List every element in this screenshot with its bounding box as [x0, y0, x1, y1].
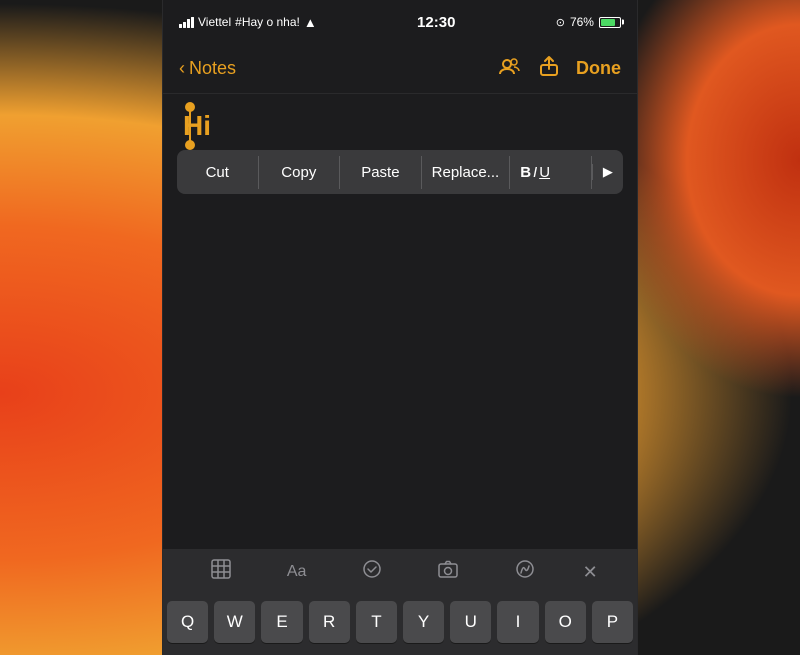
share-icon[interactable]	[538, 55, 560, 83]
copy-button[interactable]: Copy	[259, 156, 341, 189]
status-right: ⊙ 76%	[556, 15, 621, 29]
keyboard-row-1: Q W E R T Y U I O P	[167, 601, 633, 643]
phone-screen: Viettel #Hay o nha! ▲ 12:30 ⊙ 76% ‹ Note…	[162, 0, 638, 655]
carrier-text: Viettel	[198, 15, 231, 29]
handwriting-icon[interactable]	[506, 550, 544, 594]
back-button[interactable]: ‹ Notes	[179, 58, 236, 79]
key-Y[interactable]: Y	[403, 601, 444, 643]
more-button[interactable]: ▶	[592, 164, 623, 180]
key-T[interactable]: T	[356, 601, 397, 643]
note-area[interactable]: Hi Cut Copy Paste Replace... BIU ▶	[163, 94, 637, 549]
time-display: 12:30	[417, 14, 455, 31]
cursor-handle-bottom	[185, 140, 195, 150]
nav-bar: ‹ Notes Done	[163, 44, 637, 94]
status-bar: Viettel #Hay o nha! ▲ 12:30 ⊙ 76%	[163, 0, 637, 44]
signal-icon	[179, 17, 194, 28]
location-icon: ⊙	[556, 16, 565, 29]
battery-percentage: 76%	[570, 15, 594, 29]
biu-button[interactable]: BIU	[510, 156, 592, 189]
keyboard-toolbar: Aa ✕	[163, 549, 637, 595]
underline-label: U	[539, 164, 550, 181]
key-I[interactable]: I	[497, 601, 538, 643]
key-R[interactable]: R	[309, 601, 350, 643]
text-selection: Hi	[183, 110, 211, 142]
checklist-icon[interactable]	[353, 550, 391, 594]
battery-icon	[599, 17, 621, 28]
context-menu: Cut Copy Paste Replace... BIU ▶	[177, 150, 623, 194]
camera-icon[interactable]	[429, 550, 467, 594]
key-P[interactable]: P	[592, 601, 633, 643]
cut-button[interactable]: Cut	[177, 156, 259, 189]
collaborate-icon[interactable]	[498, 54, 522, 84]
keyboard-close-icon[interactable]: ✕	[583, 562, 598, 583]
key-E[interactable]: E	[261, 601, 302, 643]
done-button[interactable]: Done	[576, 58, 621, 79]
network-text: #Hay o nha!	[235, 15, 300, 29]
replace-button[interactable]: Replace...	[422, 156, 511, 189]
key-W[interactable]: W	[214, 601, 255, 643]
back-chevron-icon: ‹	[179, 58, 185, 79]
paste-button[interactable]: Paste	[340, 156, 422, 189]
status-left: Viettel #Hay o nha! ▲	[179, 15, 317, 30]
italic-label: I	[533, 164, 537, 181]
bold-label: B	[520, 164, 531, 181]
back-label: Notes	[189, 58, 236, 79]
nav-actions: Done	[498, 54, 621, 84]
note-text: Hi	[183, 110, 211, 142]
key-Q[interactable]: Q	[167, 601, 208, 643]
table-icon[interactable]	[202, 550, 240, 594]
key-O[interactable]: O	[545, 601, 586, 643]
wifi-icon: ▲	[304, 15, 317, 30]
key-U[interactable]: U	[450, 601, 491, 643]
cursor-line	[189, 110, 191, 142]
keyboard: Q W E R T Y U I O P	[163, 595, 637, 655]
format-icon[interactable]: Aa	[279, 555, 315, 589]
